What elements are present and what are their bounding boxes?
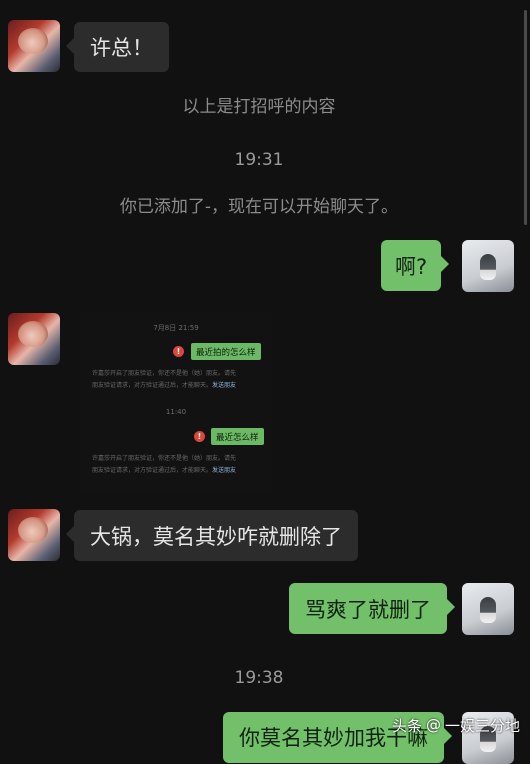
screenshot-bubble: 最近怎么样	[211, 428, 264, 445]
self-avatar[interactable]	[462, 583, 514, 635]
message-bubble-incoming[interactable]: 许总！	[66, 22, 169, 72]
message-text: 骂爽了就删了	[305, 597, 431, 622]
message-bubble-outgoing[interactable]: 啊?	[381, 240, 450, 291]
scrollbar[interactable]	[524, 10, 527, 225]
contact-avatar[interactable]	[8, 20, 60, 72]
shared-screenshot-image[interactable]: 7月8日 21:59 ! 最近拍的怎么样 许嘉莎开启了朋友验证，你还不是他（她）…	[80, 313, 272, 493]
contact-avatar[interactable]	[8, 509, 60, 561]
message-bubble-outgoing[interactable]: 骂爽了就删了	[289, 583, 455, 634]
message-text: 啊?	[395, 254, 428, 279]
message-text: 许总！	[90, 36, 153, 60]
timestamp: 19:31	[234, 150, 284, 170]
system-message: 你已添加了-，现在可以开始聊天了。	[119, 197, 399, 217]
send-failed-icon: !	[194, 431, 205, 442]
watermark: 头条 @ 一娱三分地	[391, 716, 520, 735]
send-failed-icon: !	[173, 346, 184, 357]
screenshot-system-note: 许嘉莎开启了朋友验证，你还不是他（她）朋友。请先 朋友验证请求，对方验证通过后，…	[92, 455, 237, 474]
contact-avatar[interactable]	[8, 313, 60, 365]
message-bubble-incoming[interactable]: 大锅，莫名其妙咋就删除了	[66, 510, 358, 561]
screenshot-timestamp: 7月8日 21:59	[153, 324, 199, 332]
screenshot-system-note: 许嘉莎开启了朋友验证，你还不是他（她）朋友。请先 朋友验证请求，对方验证通过后，…	[92, 370, 237, 389]
screenshot-bubble: 最近拍的怎么样	[191, 343, 261, 360]
screenshot-timestamp: 11:40	[165, 408, 187, 416]
self-avatar[interactable]	[462, 240, 514, 292]
timestamp: 19:38	[234, 668, 284, 688]
message-text: 大锅，莫名其妙咋就删除了	[90, 524, 342, 549]
system-message: 以上是打招呼的内容	[182, 97, 336, 117]
